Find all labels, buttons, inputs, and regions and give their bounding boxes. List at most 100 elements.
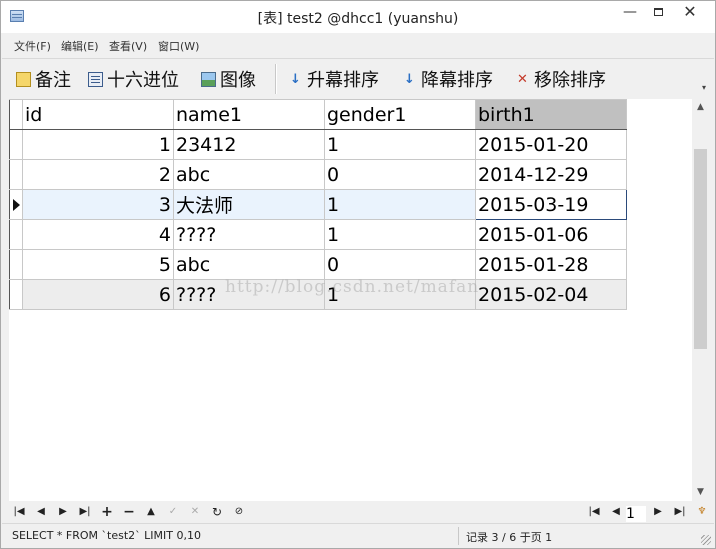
sort-descending-button[interactable]: ↓ 降幕排序 bbox=[402, 67, 493, 91]
column-header-name1[interactable]: name1 bbox=[173, 99, 325, 130]
resize-grip-icon[interactable] bbox=[701, 535, 711, 545]
first-page-icon[interactable]: |◀ bbox=[586, 504, 602, 520]
cell-gender1[interactable]: 1 bbox=[324, 189, 476, 220]
last-record-icon[interactable]: ▶| bbox=[77, 504, 93, 520]
menu-edit[interactable]: 编辑(E) bbox=[61, 38, 99, 54]
cell-name1[interactable]: ???? bbox=[173, 279, 325, 310]
status-bar: SELECT * FROM `test2` LIMIT 0,10 记录 3 / … bbox=[2, 523, 714, 548]
cell-birth1[interactable]: 2015-01-06 bbox=[475, 219, 627, 250]
last-page-icon[interactable]: ▶| bbox=[672, 504, 688, 520]
cell-birth1[interactable]: 2015-02-04 bbox=[475, 279, 627, 310]
row-header-corner[interactable] bbox=[9, 99, 23, 130]
table-row[interactable]: 5 abc 0 2015-01-28 bbox=[9, 249, 627, 280]
toolbar: 备注 十六进位 图像 ↓ 升幕排序 ↓ 降幕排序 ✕ 移除排序 ▾ bbox=[2, 59, 714, 99]
remove-sort-icon: ✕ bbox=[517, 71, 528, 87]
sort-descending-label: 降幕排序 bbox=[421, 70, 493, 91]
scroll-up-icon[interactable]: ▲ bbox=[692, 99, 709, 116]
cell-gender1[interactable]: 1 bbox=[324, 129, 476, 160]
cell-birth1[interactable]: 2014-12-29 bbox=[475, 159, 627, 190]
cell-id[interactable]: 6 bbox=[22, 279, 174, 310]
table-row[interactable]: 2 abc 0 2014-12-29 bbox=[9, 159, 627, 190]
cell-gender1[interactable]: 0 bbox=[324, 159, 476, 190]
maximize-button[interactable] bbox=[641, 1, 675, 25]
page-number-input[interactable]: 1 bbox=[626, 506, 646, 522]
first-record-icon[interactable]: |◀ bbox=[11, 504, 27, 520]
vertical-scrollbar[interactable]: ▲ ▼ bbox=[692, 99, 709, 501]
record-navigation-bar: |◀ ◀ ▶ ▶| + − ▲ ✓ ✕ ↻ ⊘ |◀ ◀ 1 ▶ ▶| ♆ bbox=[2, 502, 714, 522]
remove-sort-label: 移除排序 bbox=[534, 70, 606, 91]
row-header[interactable] bbox=[9, 159, 23, 190]
discard-icon[interactable]: ✕ bbox=[187, 504, 203, 520]
memo-button[interactable]: 备注 bbox=[16, 67, 71, 91]
cell-name1[interactable]: 大法师 bbox=[173, 189, 325, 220]
sort-asc-icon: ↓ bbox=[290, 71, 301, 87]
row-header[interactable] bbox=[9, 129, 23, 160]
cell-name1[interactable]: 23412 bbox=[173, 129, 325, 160]
cell-name1[interactable]: abc bbox=[173, 159, 325, 190]
scroll-down-icon[interactable]: ▼ bbox=[692, 484, 709, 501]
cell-gender1[interactable]: 1 bbox=[324, 219, 476, 250]
data-grid[interactable]: id name1 gender1 birth1 1 23412 1 2015-0… bbox=[9, 99, 692, 501]
cell-birth1[interactable]: 2015-01-28 bbox=[475, 249, 627, 280]
filter-settings-icon[interactable]: ♆ bbox=[694, 504, 710, 520]
edit-up-icon[interactable]: ▲ bbox=[143, 504, 159, 520]
next-record-icon[interactable]: ▶ bbox=[55, 504, 71, 520]
cell-birth1-focused[interactable]: 2015-03-19 bbox=[475, 189, 627, 220]
scroll-thumb[interactable] bbox=[694, 149, 707, 349]
stop-icon[interactable]: ⊘ bbox=[231, 504, 247, 520]
row-header[interactable] bbox=[9, 189, 23, 220]
menu-file[interactable]: 文件(F) bbox=[14, 38, 51, 54]
table-row[interactable]: 6 ???? 1 2015-02-04 bbox=[9, 279, 627, 310]
image-button[interactable]: 图像 bbox=[201, 67, 256, 91]
column-header-id[interactable]: id bbox=[22, 99, 174, 130]
data-table: id name1 gender1 birth1 1 23412 1 2015-0… bbox=[9, 99, 627, 310]
memo-button-label: 备注 bbox=[35, 70, 71, 91]
row-header[interactable] bbox=[9, 249, 23, 280]
row-header[interactable] bbox=[9, 279, 23, 310]
cell-id[interactable]: 5 bbox=[22, 249, 174, 280]
cell-name1[interactable]: abc bbox=[173, 249, 325, 280]
cell-gender1[interactable]: 0 bbox=[324, 249, 476, 280]
cell-id[interactable]: 3 bbox=[22, 189, 174, 220]
hex-button-label: 十六进位 bbox=[107, 70, 179, 91]
close-button[interactable]: ✕ bbox=[673, 1, 707, 25]
add-record-icon[interactable]: + bbox=[99, 504, 115, 520]
image-button-label: 图像 bbox=[220, 70, 256, 91]
table-row-selected[interactable]: 3 大法师 1 2015-03-19 bbox=[9, 189, 627, 220]
cell-id[interactable]: 1 bbox=[22, 129, 174, 160]
header-row: id name1 gender1 birth1 bbox=[9, 99, 627, 130]
refresh-icon[interactable]: ↻ bbox=[209, 504, 225, 520]
table-row[interactable]: 4 ???? 1 2015-01-06 bbox=[9, 219, 627, 250]
current-row-pointer-icon bbox=[13, 199, 20, 211]
cell-name1[interactable]: ???? bbox=[173, 219, 325, 250]
next-page-icon[interactable]: ▶ bbox=[650, 504, 666, 520]
status-divider bbox=[458, 527, 459, 545]
toolbar-overflow-icon[interactable]: ▾ bbox=[702, 83, 706, 92]
cell-gender1[interactable]: 1 bbox=[324, 279, 476, 310]
row-header[interactable] bbox=[9, 219, 23, 250]
delete-record-icon[interactable]: − bbox=[121, 504, 137, 520]
cell-birth1[interactable]: 2015-01-20 bbox=[475, 129, 627, 160]
note-icon bbox=[16, 71, 31, 87]
remove-sort-button[interactable]: ✕ 移除排序 bbox=[515, 67, 606, 91]
menu-window[interactable]: 窗口(W) bbox=[158, 38, 199, 54]
cell-id[interactable]: 4 bbox=[22, 219, 174, 250]
menu-view[interactable]: 查看(V) bbox=[109, 38, 147, 54]
title-bar: [表] test2 @dhcc1 (yuanshu) — ✕ bbox=[1, 1, 715, 33]
cell-id[interactable]: 2 bbox=[22, 159, 174, 190]
sort-ascending-button[interactable]: ↓ 升幕排序 bbox=[288, 67, 379, 91]
hex-button[interactable]: 十六进位 bbox=[88, 67, 179, 91]
hex-grid-icon bbox=[88, 71, 103, 87]
maximize-icon bbox=[653, 8, 663, 16]
column-header-birth1[interactable]: birth1 bbox=[475, 99, 627, 130]
window-title: [表] test2 @dhcc1 (yuanshu) bbox=[257, 11, 459, 27]
prev-page-icon[interactable]: ◀ bbox=[608, 504, 624, 520]
apply-icon[interactable]: ✓ bbox=[165, 504, 181, 520]
sort-ascending-label: 升幕排序 bbox=[307, 70, 379, 91]
column-header-gender1[interactable]: gender1 bbox=[324, 99, 476, 130]
prev-record-icon[interactable]: ◀ bbox=[33, 504, 49, 520]
sort-desc-icon: ↓ bbox=[404, 71, 415, 87]
status-sql-query: SELECT * FROM `test2` LIMIT 0,10 bbox=[12, 529, 201, 542]
image-icon bbox=[201, 71, 216, 87]
table-row[interactable]: 1 23412 1 2015-01-20 bbox=[9, 129, 627, 160]
